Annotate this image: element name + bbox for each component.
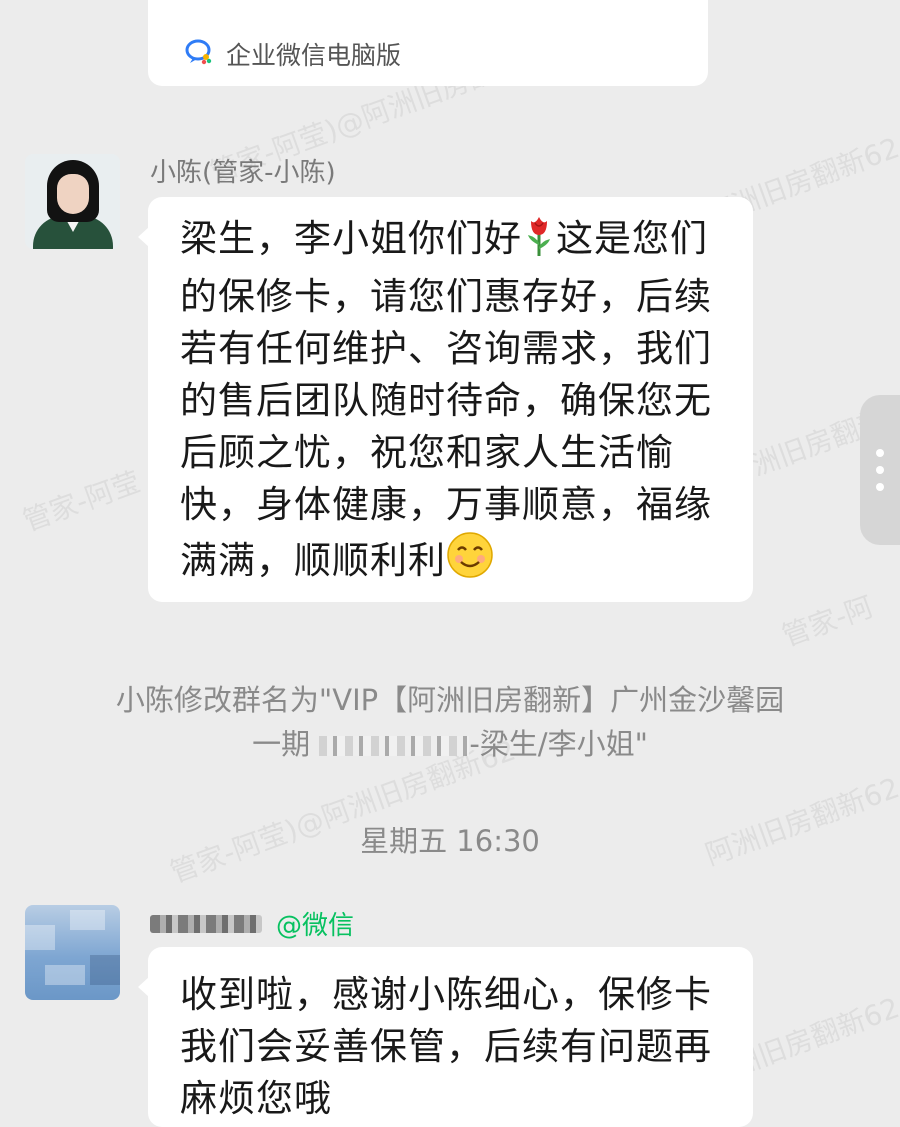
message-bubble[interactable]: 收到啦，感谢小陈细心，保修卡我们会妥善保管，后续有问题再麻烦您哦 bbox=[138, 947, 753, 1127]
rename-text: -梁生/李小姐" bbox=[469, 727, 648, 761]
side-menu-handle[interactable] bbox=[860, 395, 900, 545]
watermark: 管家-阿莹 bbox=[18, 465, 145, 538]
avatar[interactable] bbox=[25, 154, 120, 249]
sender-name: 小陈(管家-小陈) bbox=[150, 158, 336, 188]
wecom-icon bbox=[184, 37, 214, 71]
message-card-top[interactable]: 企业微信电脑版 bbox=[148, 0, 708, 86]
avatar[interactable] bbox=[25, 905, 120, 1000]
message-text: 梁生，李小姐你们好 这是您们的保修卡，请您们惠存好，后续若有任何维护、咨询需求，… bbox=[180, 213, 725, 593]
smile-emoji bbox=[446, 531, 494, 593]
rename-text: 小陈修改群名为"VIP【阿洲旧房翻新】广州金沙馨园 bbox=[115, 683, 785, 717]
system-notice: 小陈修改群名为"VIP【阿洲旧房翻新】广州金沙馨园 一期 -梁生/李小姐" bbox=[60, 678, 840, 766]
message-text-part: 梁生，李小姐你们好 bbox=[180, 217, 522, 260]
sender-row: @微信 bbox=[150, 905, 354, 942]
rose-emoji bbox=[522, 213, 556, 271]
sender-suffix: @微信 bbox=[276, 911, 355, 941]
redacted-block bbox=[319, 736, 470, 756]
timestamp: 星期五 16:30 bbox=[360, 824, 540, 858]
source-row: 企业微信电脑版 bbox=[184, 36, 401, 72]
source-label: 企业微信电脑版 bbox=[226, 41, 402, 70]
message-text: 收到啦，感谢小陈细心，保修卡我们会妥善保管，后续有问题再麻烦您哦 bbox=[180, 973, 712, 1120]
rename-text: 一期 bbox=[252, 727, 311, 761]
message-text-part: 这是您们的保修卡，请您们惠存好，后续若有任何维护、咨询需求，我们的售后团队随时待… bbox=[180, 217, 712, 582]
sender-name-redacted bbox=[150, 914, 262, 933]
watermark: 管家-阿 bbox=[777, 589, 878, 654]
message-bubble[interactable]: 梁生，李小姐你们好 这是您们的保修卡，请您们惠存好，后续若有任何维护、咨询需求，… bbox=[138, 197, 753, 602]
